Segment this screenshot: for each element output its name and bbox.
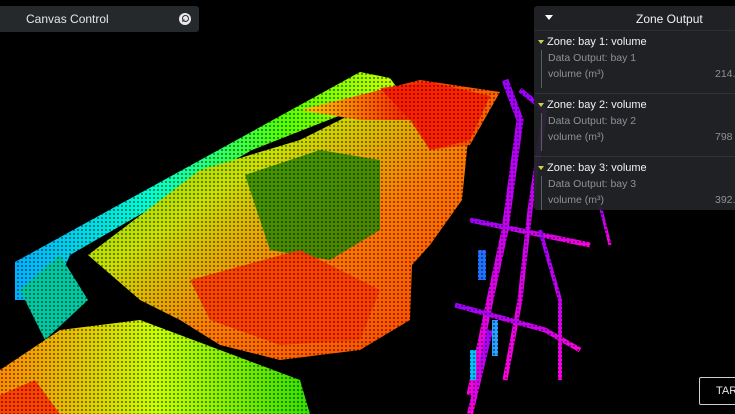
zone-metric-value: 798: [715, 131, 733, 143]
zone-metric-value: 392.: [715, 194, 735, 206]
zone-item[interactable]: Zone: bay 2: volume Data Output: bay 2 v…: [534, 94, 735, 157]
zone-expand-icon[interactable]: [538, 166, 544, 170]
zone-data-output: Data Output: bay 1: [548, 52, 637, 64]
zone-rail: [541, 50, 542, 88]
zone-rail: [541, 176, 542, 210]
zone-item[interactable]: Zone: bay 1: volume Data Output: bay 1 v…: [534, 31, 735, 94]
target-button[interactable]: TAR: [699, 377, 735, 405]
zone-output-header[interactable]: Zone Output: [534, 6, 735, 31]
zone-title: Zone: bay 3: volume: [547, 162, 647, 174]
zone-title: Zone: bay 1: volume: [547, 36, 647, 48]
zone-metric-value: 214.: [715, 68, 735, 80]
zone-data-output: Data Output: bay 3: [548, 178, 637, 190]
caret-down-icon[interactable]: [545, 15, 553, 20]
canvas-control-panel: Canvas Control: [0, 6, 199, 32]
canvas-control-title[interactable]: Canvas Control: [26, 12, 179, 26]
search-icon[interactable]: [179, 13, 191, 25]
pointcloud-texture: [0, 60, 620, 414]
zone-expand-icon[interactable]: [538, 40, 544, 44]
zone-output-title: Zone Output: [636, 12, 703, 26]
zone-metric-label: volume (m³): [548, 131, 605, 143]
zone-metric-label: volume (m³): [548, 194, 605, 206]
zone-expand-icon[interactable]: [538, 103, 544, 107]
zone-title: Zone: bay 2: volume: [547, 99, 647, 111]
zone-output-panel: Zone Output Zone: bay 1: volume Data Out…: [534, 6, 735, 210]
zone-item[interactable]: Zone: bay 3: volume Data Output: bay 3 v…: [534, 157, 735, 210]
zone-rail: [541, 113, 542, 151]
zone-metric-label: volume (m³): [548, 68, 605, 80]
zone-data-output: Data Output: bay 2: [548, 115, 637, 127]
